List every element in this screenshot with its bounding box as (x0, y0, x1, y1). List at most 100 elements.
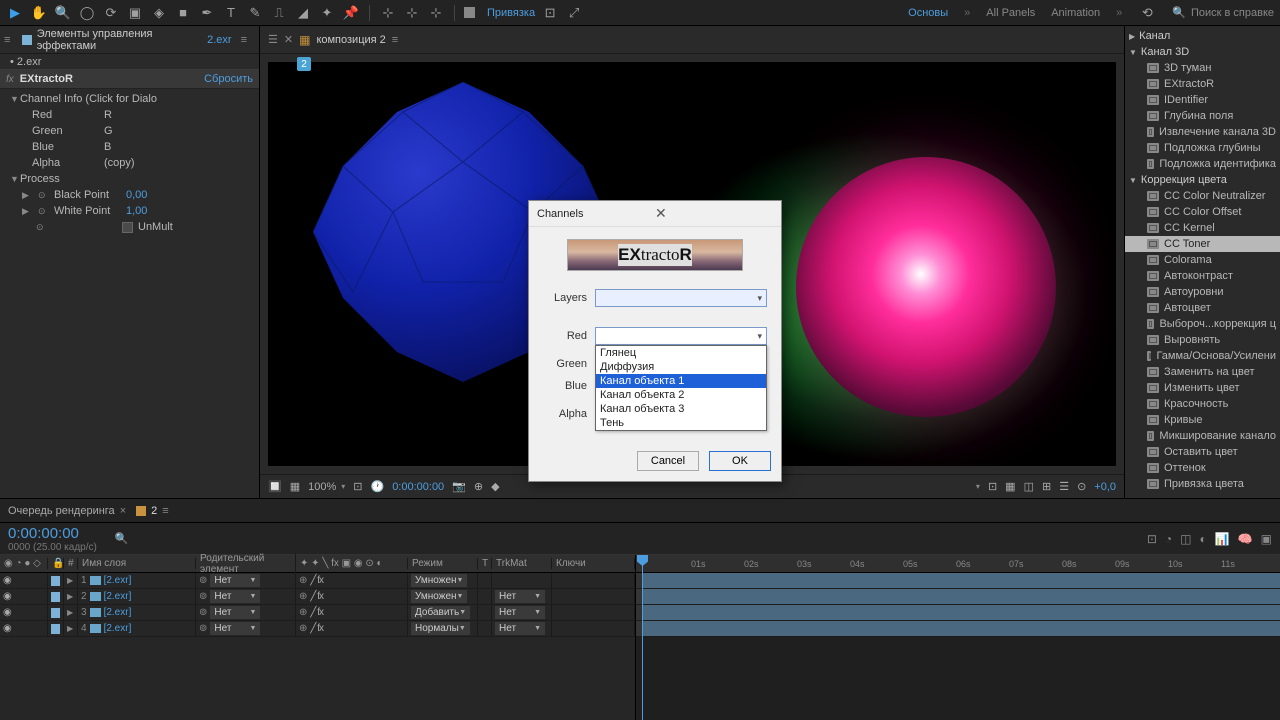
timeline-search-icon[interactable]: 🔍 (115, 532, 129, 545)
snap-label[interactable]: Привязка (487, 7, 535, 19)
text-tool-icon[interactable]: T (222, 4, 240, 22)
layer-row[interactable]: ◉▶2[2.exr]⊚Нет⊕ ╱ fxУмноженНет (0, 589, 635, 605)
layer-row[interactable]: ◉▶4[2.exr]⊚Нет⊕ ╱ fxНормалыНет (0, 621, 635, 637)
animation-link[interactable]: Animation (1051, 7, 1100, 19)
pen-tool-icon[interactable]: ✒ (198, 4, 216, 22)
brush-tool-icon[interactable]: ✎ (246, 4, 264, 22)
layer-badge[interactable]: 2 (297, 57, 311, 71)
effect-Микширование канало[interactable]: Микширование канало (1125, 428, 1280, 444)
effect-Выровнять[interactable]: Выровнять (1125, 332, 1280, 348)
hand-tool-icon[interactable]: ✋ (30, 4, 48, 22)
comp-tab[interactable]: 2≡ (136, 505, 169, 517)
effect-Заменить на цвет[interactable]: Заменить на цвет (1125, 364, 1280, 380)
effect-Colorama[interactable]: Colorama (1125, 252, 1280, 268)
dropdown-option[interactable]: Канал объекта 2 (596, 388, 766, 402)
reset-link[interactable]: Сбросить (204, 73, 253, 85)
axis-local-icon[interactable]: ⊹ (379, 4, 397, 22)
zoom-dropdown[interactable]: 100% (308, 481, 345, 493)
white-point-value[interactable]: 1,00 (126, 205, 147, 217)
effect-Автоцвет[interactable]: Автоцвет (1125, 300, 1280, 316)
rotate-tool-icon[interactable]: ⟳ (102, 4, 120, 22)
snapshot-icon[interactable]: 📷 (452, 480, 466, 493)
res-dropdown[interactable] (974, 482, 980, 491)
graph-icon[interactable]: 📊 (1215, 532, 1230, 546)
comp-mini-icon[interactable]: ⊡ (1147, 532, 1157, 546)
stamp-tool-icon[interactable]: ⎍ (270, 4, 288, 22)
exposure-value[interactable]: +0,0 (1094, 481, 1116, 493)
col-mode-header[interactable]: Режим (408, 558, 478, 569)
effect-IDentifier[interactable]: IDentifier (1125, 92, 1280, 108)
axis-view-icon[interactable]: ⊹ (427, 4, 445, 22)
camera-tool-icon[interactable]: ▣ (126, 4, 144, 22)
effects-tab[interactable]: Элементы управления эффектами 2.exr ≡ (14, 24, 255, 56)
layers-dropdown-list[interactable]: ГлянецДиффузияКанал объекта 1Канал объек… (595, 345, 767, 431)
axis-world-icon[interactable]: ⊹ (403, 4, 421, 22)
pan-behind-icon[interactable]: ◈ (150, 4, 168, 22)
ok-button[interactable]: OK (709, 451, 771, 471)
col-keys-header[interactable]: Ключи (552, 558, 635, 569)
effect-Извлечение канала 3D[interactable]: Извлечение канала 3D (1125, 124, 1280, 140)
unmult-checkbox[interactable] (122, 222, 133, 233)
black-point-value[interactable]: 0,00 (126, 189, 147, 201)
cat-color-correction[interactable]: Коррекция цвета (1125, 172, 1280, 188)
shape-tool-icon[interactable]: ■ (174, 4, 192, 22)
layers-select[interactable] (595, 289, 767, 307)
cancel-button[interactable]: Cancel (637, 451, 699, 471)
effect-Подложка глубины[interactable]: Подложка глубины (1125, 140, 1280, 156)
channel-icon[interactable]: ⊕ (474, 480, 483, 493)
effect-Красочность[interactable]: Красочность (1125, 396, 1280, 412)
effect-CC Toner[interactable]: CC Toner (1125, 236, 1280, 252)
effect-CC Kernel[interactable]: CC Kernel (1125, 220, 1280, 236)
cat-channel[interactable]: Канал (1125, 28, 1280, 44)
layer-row[interactable]: ◉▶1[2.exr]⊚Нет⊕ ╱ fxУмножен (0, 573, 635, 589)
frame-blend-icon[interactable]: ◫ (1180, 532, 1191, 546)
playhead[interactable] (642, 555, 643, 720)
timeline-current-time[interactable]: 0:00:00:00 (8, 525, 97, 542)
effect-Изменить цвет[interactable]: Изменить цвет (1125, 380, 1280, 396)
dropdown-option[interactable]: Тень (596, 416, 766, 430)
selection-tool-icon[interactable]: ▶ (6, 4, 24, 22)
fast-preview-icon[interactable]: ⊙ (1077, 480, 1086, 493)
magnify-icon[interactable]: 🔲 (268, 480, 282, 493)
layer-row[interactable]: ◉▶3[2.exr]⊚Нет⊕ ╱ fxДобавитьНет (0, 605, 635, 621)
time-ruler[interactable]: 01s02s03s04s05s06s07s08s09s10s11s (636, 555, 1280, 573)
effect-Привязка цвета[interactable]: Привязка цвета (1125, 476, 1280, 492)
current-time[interactable]: 0:00:00:00 (392, 481, 444, 493)
rgb-icon[interactable]: ◆ (491, 480, 499, 493)
dropdown-option[interactable]: Диффузия (596, 360, 766, 374)
effect-Кривые[interactable]: Кривые (1125, 412, 1280, 428)
sync-icon[interactable]: ⟲ (1138, 4, 1156, 22)
dropdown-option[interactable]: Канал объекта 1 (596, 374, 766, 388)
dialog-close-icon[interactable]: ✕ (655, 205, 773, 222)
col-trkmat-header[interactable]: TrkMat (492, 558, 552, 569)
effect-CC Color Neutralizer[interactable]: CC Color Neutralizer (1125, 188, 1280, 204)
views-icon[interactable]: ⊞ (1042, 480, 1051, 493)
cat-3d-channel[interactable]: Канал 3D (1125, 44, 1280, 60)
help-search[interactable]: 🔍 Поиск в справке (1172, 6, 1274, 19)
composition-name[interactable]: композиция 2 (316, 34, 385, 46)
roto-tool-icon[interactable]: ✦ (318, 4, 336, 22)
panel-menu-icon[interactable]: ≡ (241, 34, 247, 46)
effect-Выбороч...коррекция ц[interactable]: Выбороч...коррекция ц (1125, 316, 1280, 332)
effect-Оттенок[interactable]: Оттенок (1125, 460, 1280, 476)
dropdown-option[interactable]: Глянец (596, 346, 766, 360)
pixel-aspect-icon[interactable]: ☰ (1059, 480, 1069, 493)
zoom-tool-icon[interactable]: 🔍 (54, 4, 72, 22)
snap-option-icon[interactable]: ⊡ (541, 4, 559, 22)
time-icon[interactable]: 🕐 (370, 480, 384, 493)
3d-view-icon[interactable]: ◫ (1024, 480, 1034, 493)
all-panels-link[interactable]: All Panels (986, 7, 1035, 19)
region-icon[interactable]: ⊡ (988, 480, 997, 493)
effect-Гамма/Основа/Усилени[interactable]: Гамма/Основа/Усилени (1125, 348, 1280, 364)
motion-blur-icon[interactable]: ◐ (1200, 532, 1207, 546)
dropdown-option[interactable]: Канал объекта 3 (596, 402, 766, 416)
grid-icon[interactable]: ▦ (290, 480, 300, 493)
effect-EXtractoR[interactable]: EXtractoR (1125, 76, 1280, 92)
snap-expand-icon[interactable]: ⤢ (565, 4, 583, 22)
comp-menu-icon[interactable]: ≡ (392, 34, 398, 46)
brain-icon[interactable]: 🧠 (1238, 532, 1253, 546)
workspace-dropdown[interactable]: Основы (908, 7, 948, 19)
effect-Автоуровни[interactable]: Автоуровни (1125, 284, 1280, 300)
markers-icon[interactable]: ▣ (1261, 532, 1272, 546)
shy-icon[interactable]: ◔ (1165, 532, 1172, 546)
